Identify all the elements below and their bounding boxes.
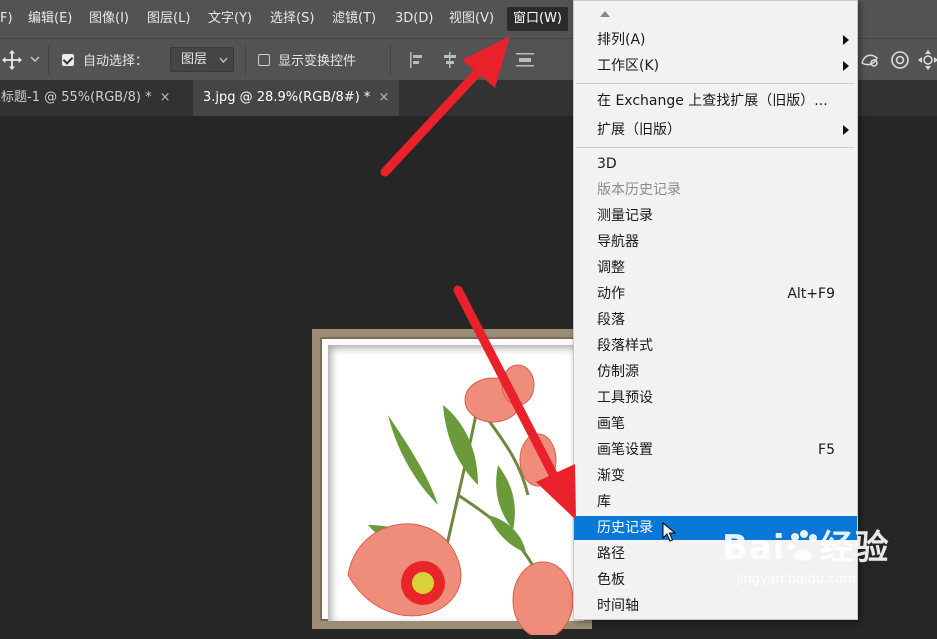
- menu-item-libraries[interactable]: 库: [574, 490, 857, 514]
- menu-item-navigator[interactable]: 导航器: [574, 230, 857, 254]
- scroll-up-icon[interactable]: [599, 10, 611, 18]
- tab-3jpg[interactable]: 3.jpg @ 28.9%(RGB/8#) * ×: [193, 80, 400, 116]
- auto-select-checkbox[interactable]: [62, 54, 74, 66]
- align-right-icon[interactable]: [474, 50, 492, 70]
- chevron-down-icon[interactable]: [30, 56, 40, 64]
- menu-item-version-history: 版本历史记录: [597, 182, 681, 198]
- menu-divider: [576, 83, 855, 84]
- menu-item-arrange[interactable]: 排列(A): [574, 28, 857, 52]
- tab-untitled-1[interactable]: 未标题-1 @ 55%(RGB/8) * ×: [0, 80, 170, 116]
- layer-dropdown-value: 图层: [181, 52, 208, 67]
- menu-item-3d[interactable]: 3D: [574, 152, 857, 176]
- menu-item-actions[interactable]: 动作 Alt+F9: [574, 282, 857, 306]
- document-canvas[interactable]: [312, 329, 592, 639]
- menu-item-find-extensions[interactable]: 在 Exchange 上查找扩展（旧版）...: [574, 89, 857, 113]
- tab-label: 未标题-1 @ 55%(RGB/8) *: [0, 90, 152, 105]
- shortcut-label: F5: [818, 442, 835, 458]
- mouse-cursor-icon: [662, 522, 676, 542]
- menu-item-clone-source[interactable]: 仿制源: [574, 360, 857, 384]
- menu-item-measurement-log[interactable]: 测量记录: [574, 204, 857, 228]
- submenu-arrow-icon: [843, 61, 849, 71]
- transform-controls-checkbox[interactable]: [258, 54, 270, 66]
- menu-divider: [576, 147, 855, 148]
- transform-controls-label: 显示变换控件: [278, 54, 357, 69]
- menu-window[interactable]: 窗口(W): [507, 7, 568, 31]
- menu-item-extensions[interactable]: 扩展（旧版）: [574, 118, 857, 142]
- menu-view[interactable]: 视图(V): [449, 0, 494, 38]
- slide-3d-icon[interactable]: [859, 49, 881, 71]
- divider: [245, 45, 246, 75]
- drag-3d-icon[interactable]: [917, 49, 937, 71]
- menu-3d[interactable]: 3D(D): [395, 0, 433, 38]
- move-tool-icon[interactable]: [1, 49, 23, 71]
- menu-image[interactable]: 图像(I): [89, 0, 129, 38]
- close-icon[interactable]: ×: [160, 90, 171, 105]
- align-left-icon[interactable]: [408, 50, 426, 70]
- menu-edit[interactable]: 编辑(E): [28, 0, 72, 38]
- tab-label: 3.jpg @ 28.9%(RGB/8#) *: [203, 90, 371, 105]
- menu-item-paragraph[interactable]: 段落: [574, 308, 857, 332]
- menu-item-workspace[interactable]: 工作区(K): [574, 54, 857, 78]
- menu-filter[interactable]: 滤镜(T): [332, 0, 376, 38]
- watermark-brand-cn: 经验: [819, 528, 890, 568]
- menu-item-gradients[interactable]: 渐变: [574, 464, 857, 488]
- auto-select-label: 自动选择：: [83, 54, 149, 69]
- menu-item-brush-settings[interactable]: 画笔设置 F5: [574, 438, 857, 462]
- menu-item-timeline[interactable]: 时间轴: [574, 594, 857, 618]
- align-center-icon[interactable]: [441, 50, 459, 70]
- close-icon[interactable]: ×: [378, 90, 389, 105]
- shortcut-label: Alt+F9: [787, 286, 835, 302]
- divider: [390, 45, 391, 75]
- submenu-arrow-icon: [843, 125, 849, 135]
- menu-item-tool-presets[interactable]: 工具预设: [574, 386, 857, 410]
- watermark-brand: Bai: [722, 528, 786, 568]
- menu-item-paragraph-styles[interactable]: 段落样式: [574, 334, 857, 358]
- layer-dropdown[interactable]: 图层: [170, 47, 234, 72]
- watermark-url: jingyan.baidu.com: [736, 572, 856, 587]
- menu-layer[interactable]: 图层(L): [147, 0, 190, 38]
- divider: [48, 45, 49, 75]
- framed-image: [328, 345, 584, 639]
- menu-select[interactable]: 选择(S): [270, 0, 314, 38]
- chevron-down-icon: [219, 57, 228, 63]
- submenu-arrow-icon: [843, 35, 849, 45]
- paw-logo-icon: [787, 530, 817, 561]
- menu-item-adjustments[interactable]: 调整: [574, 256, 857, 280]
- hibiscus-illustration: [347, 364, 574, 639]
- menu-type[interactable]: 文字(Y): [208, 0, 252, 38]
- distribute-icon[interactable]: [514, 50, 536, 70]
- menu-item-brushes[interactable]: 画笔: [574, 412, 857, 436]
- baidu-watermark: Bai 经验 jingyan.baidu.com: [722, 520, 890, 587]
- menu-help-partial[interactable]: F): [0, 0, 13, 38]
- rotate-3d-icon[interactable]: [889, 49, 911, 71]
